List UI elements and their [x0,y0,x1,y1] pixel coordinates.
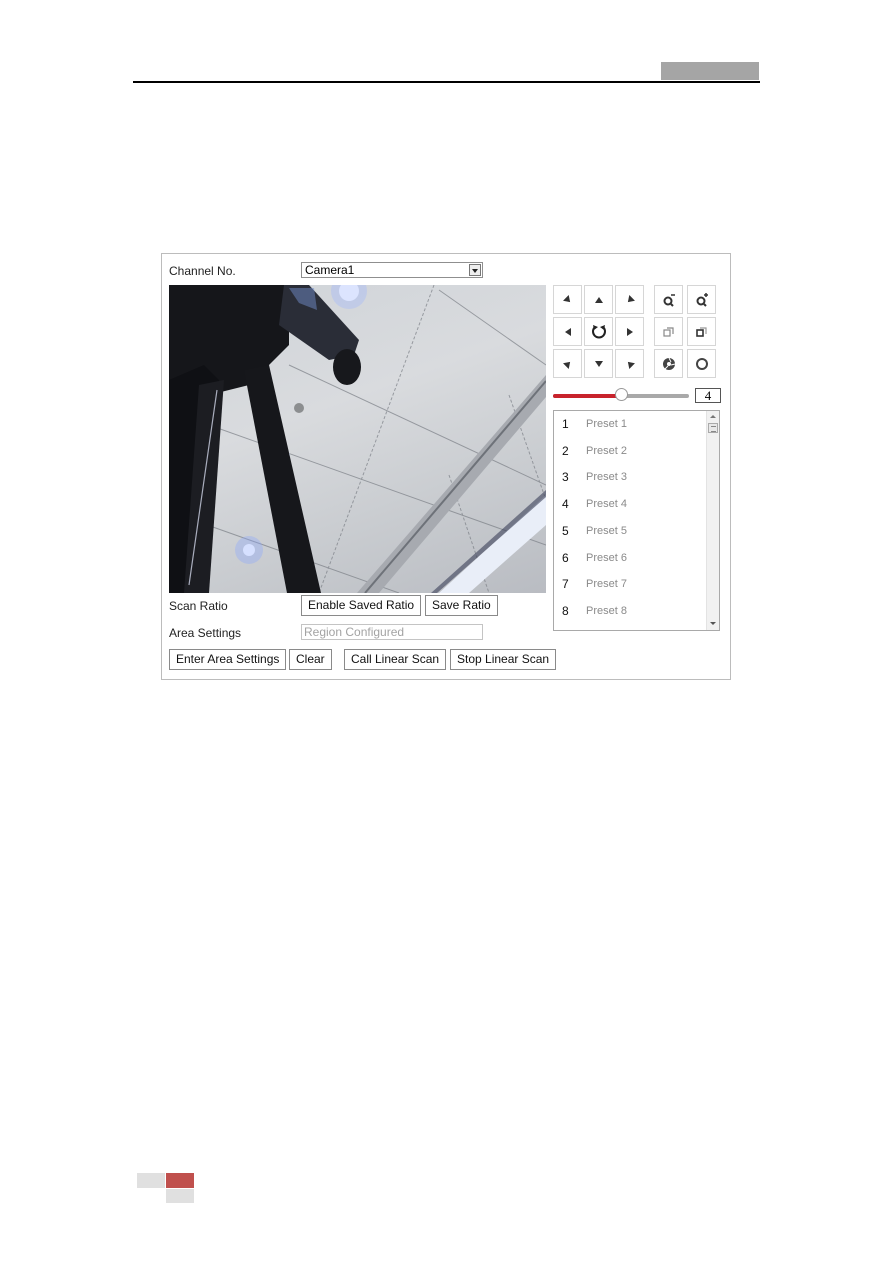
focus-far-button[interactable] [687,317,716,346]
preset-item[interactable]: 1 Preset 1 [554,417,704,444]
ptz-up-left-button[interactable] [553,285,582,314]
iris-open-button[interactable] [687,349,716,378]
chevron-down-icon[interactable] [469,264,481,276]
ptz-left-button[interactable] [553,317,582,346]
ptz-speed-value[interactable]: 4 [695,388,721,403]
scroll-thumb[interactable] [708,423,718,433]
ptz-down-left-button[interactable] [553,349,582,378]
preset-number: 5 [562,523,569,538]
arrow-right-icon [626,327,633,336]
live-video-view[interactable] [169,285,546,593]
save-ratio-button[interactable]: Save Ratio [425,595,498,616]
footer-block-red [166,1173,194,1188]
ptz-down-button[interactable] [584,349,613,378]
preset-name: Preset 1 [586,418,627,430]
ptz-up-button[interactable] [584,285,613,314]
preset-number: 7 [562,577,569,592]
zoom-out-button[interactable] [654,285,683,314]
video-frame [169,285,546,593]
scroll-up-icon[interactable] [710,415,716,418]
preset-number: 2 [562,443,569,458]
arrow-up-right-icon [624,294,635,305]
focus-far-icon [695,326,707,337]
scan-ratio-label: Scan Ratio [169,599,228,613]
iris-close-button[interactable] [654,349,683,378]
preset-item[interactable]: 2 Preset 2 [554,444,704,471]
enable-saved-ratio-button[interactable]: Enable Saved Ratio [301,595,422,616]
header-rule [133,81,760,83]
preset-name: Preset 4 [586,498,627,511]
arrow-up-left-icon [562,294,573,305]
ptz-right-button[interactable] [615,317,644,346]
arrow-up-icon [594,296,603,303]
preset-name: Preset 3 [586,471,627,484]
area-settings-label: Area Settings [169,626,242,640]
arrow-down-left-icon [562,358,573,369]
header-tab [661,62,759,80]
preset-number: 8 [562,603,569,618]
zoom-out-icon [663,293,675,307]
preset-item[interactable]: 4 Preset 4 [554,497,704,524]
iris-open-icon [695,357,708,370]
footer-block-gray [137,1173,165,1188]
preset-name: Preset 5 [586,524,627,537]
arrow-down-right-icon [624,358,635,369]
arrow-down-icon [594,360,603,367]
ptz-speed-slider-handle[interactable] [615,388,628,401]
preset-number: 4 [562,497,569,512]
ptz-down-right-button[interactable] [615,349,644,378]
call-linear-scan-button[interactable]: Call Linear Scan [344,649,447,670]
area-settings-input[interactable]: Region Configured [301,624,483,640]
enter-area-settings-button[interactable]: Enter Area Settings [169,649,287,670]
scroll-down-icon[interactable] [710,622,716,625]
ptz-linear-scan-panel: Channel No. Camera1 4 1 Preset 1 2 Prese… [161,253,731,680]
preset-number: 1 [562,417,569,431]
preset-name: Preset 7 [586,578,627,591]
zoom-in-button[interactable] [687,285,716,314]
auto-pan-icon [591,324,606,338]
ptz-auto-button[interactable] [584,317,613,346]
preset-number: 3 [562,470,569,485]
preset-name: Preset 8 [586,604,627,617]
preset-list: 1 Preset 1 2 Preset 2 3 Preset 3 4 Preset 4 5 Pre… [553,410,720,631]
channel-select[interactable]: Camera1 [301,262,483,278]
preset-number: 6 [562,550,569,565]
focus-near-icon [662,326,674,337]
preset-item[interactable]: 3 Preset 3 [554,470,704,497]
iris-close-icon [662,357,675,370]
preset-item[interactable]: 7 Preset 7 [554,577,704,604]
arrow-left-icon [564,327,571,336]
ptz-up-right-button[interactable] [615,285,644,314]
preset-item[interactable]: 6 Preset 6 [554,551,704,578]
channel-select-value: Camera1 [305,263,355,277]
preset-item[interactable]: 8 Preset 8 [554,603,704,630]
zoom-in-icon [696,292,708,307]
preset-name: Preset 2 [586,444,627,457]
focus-near-button[interactable] [654,317,683,346]
ptz-speed-slider[interactable] [553,388,689,401]
stop-linear-scan-button[interactable]: Stop Linear Scan [450,649,557,670]
clear-button[interactable]: Clear [289,649,332,670]
preset-item[interactable]: 5 Preset 5 [554,524,704,551]
preset-name: Preset 6 [586,551,627,564]
preset-list-scrollbar[interactable] [706,411,719,630]
ptz-speed-slider-fill [553,394,621,398]
footer-block-gray-lower [166,1189,194,1203]
channel-label: Channel No. [169,264,236,278]
